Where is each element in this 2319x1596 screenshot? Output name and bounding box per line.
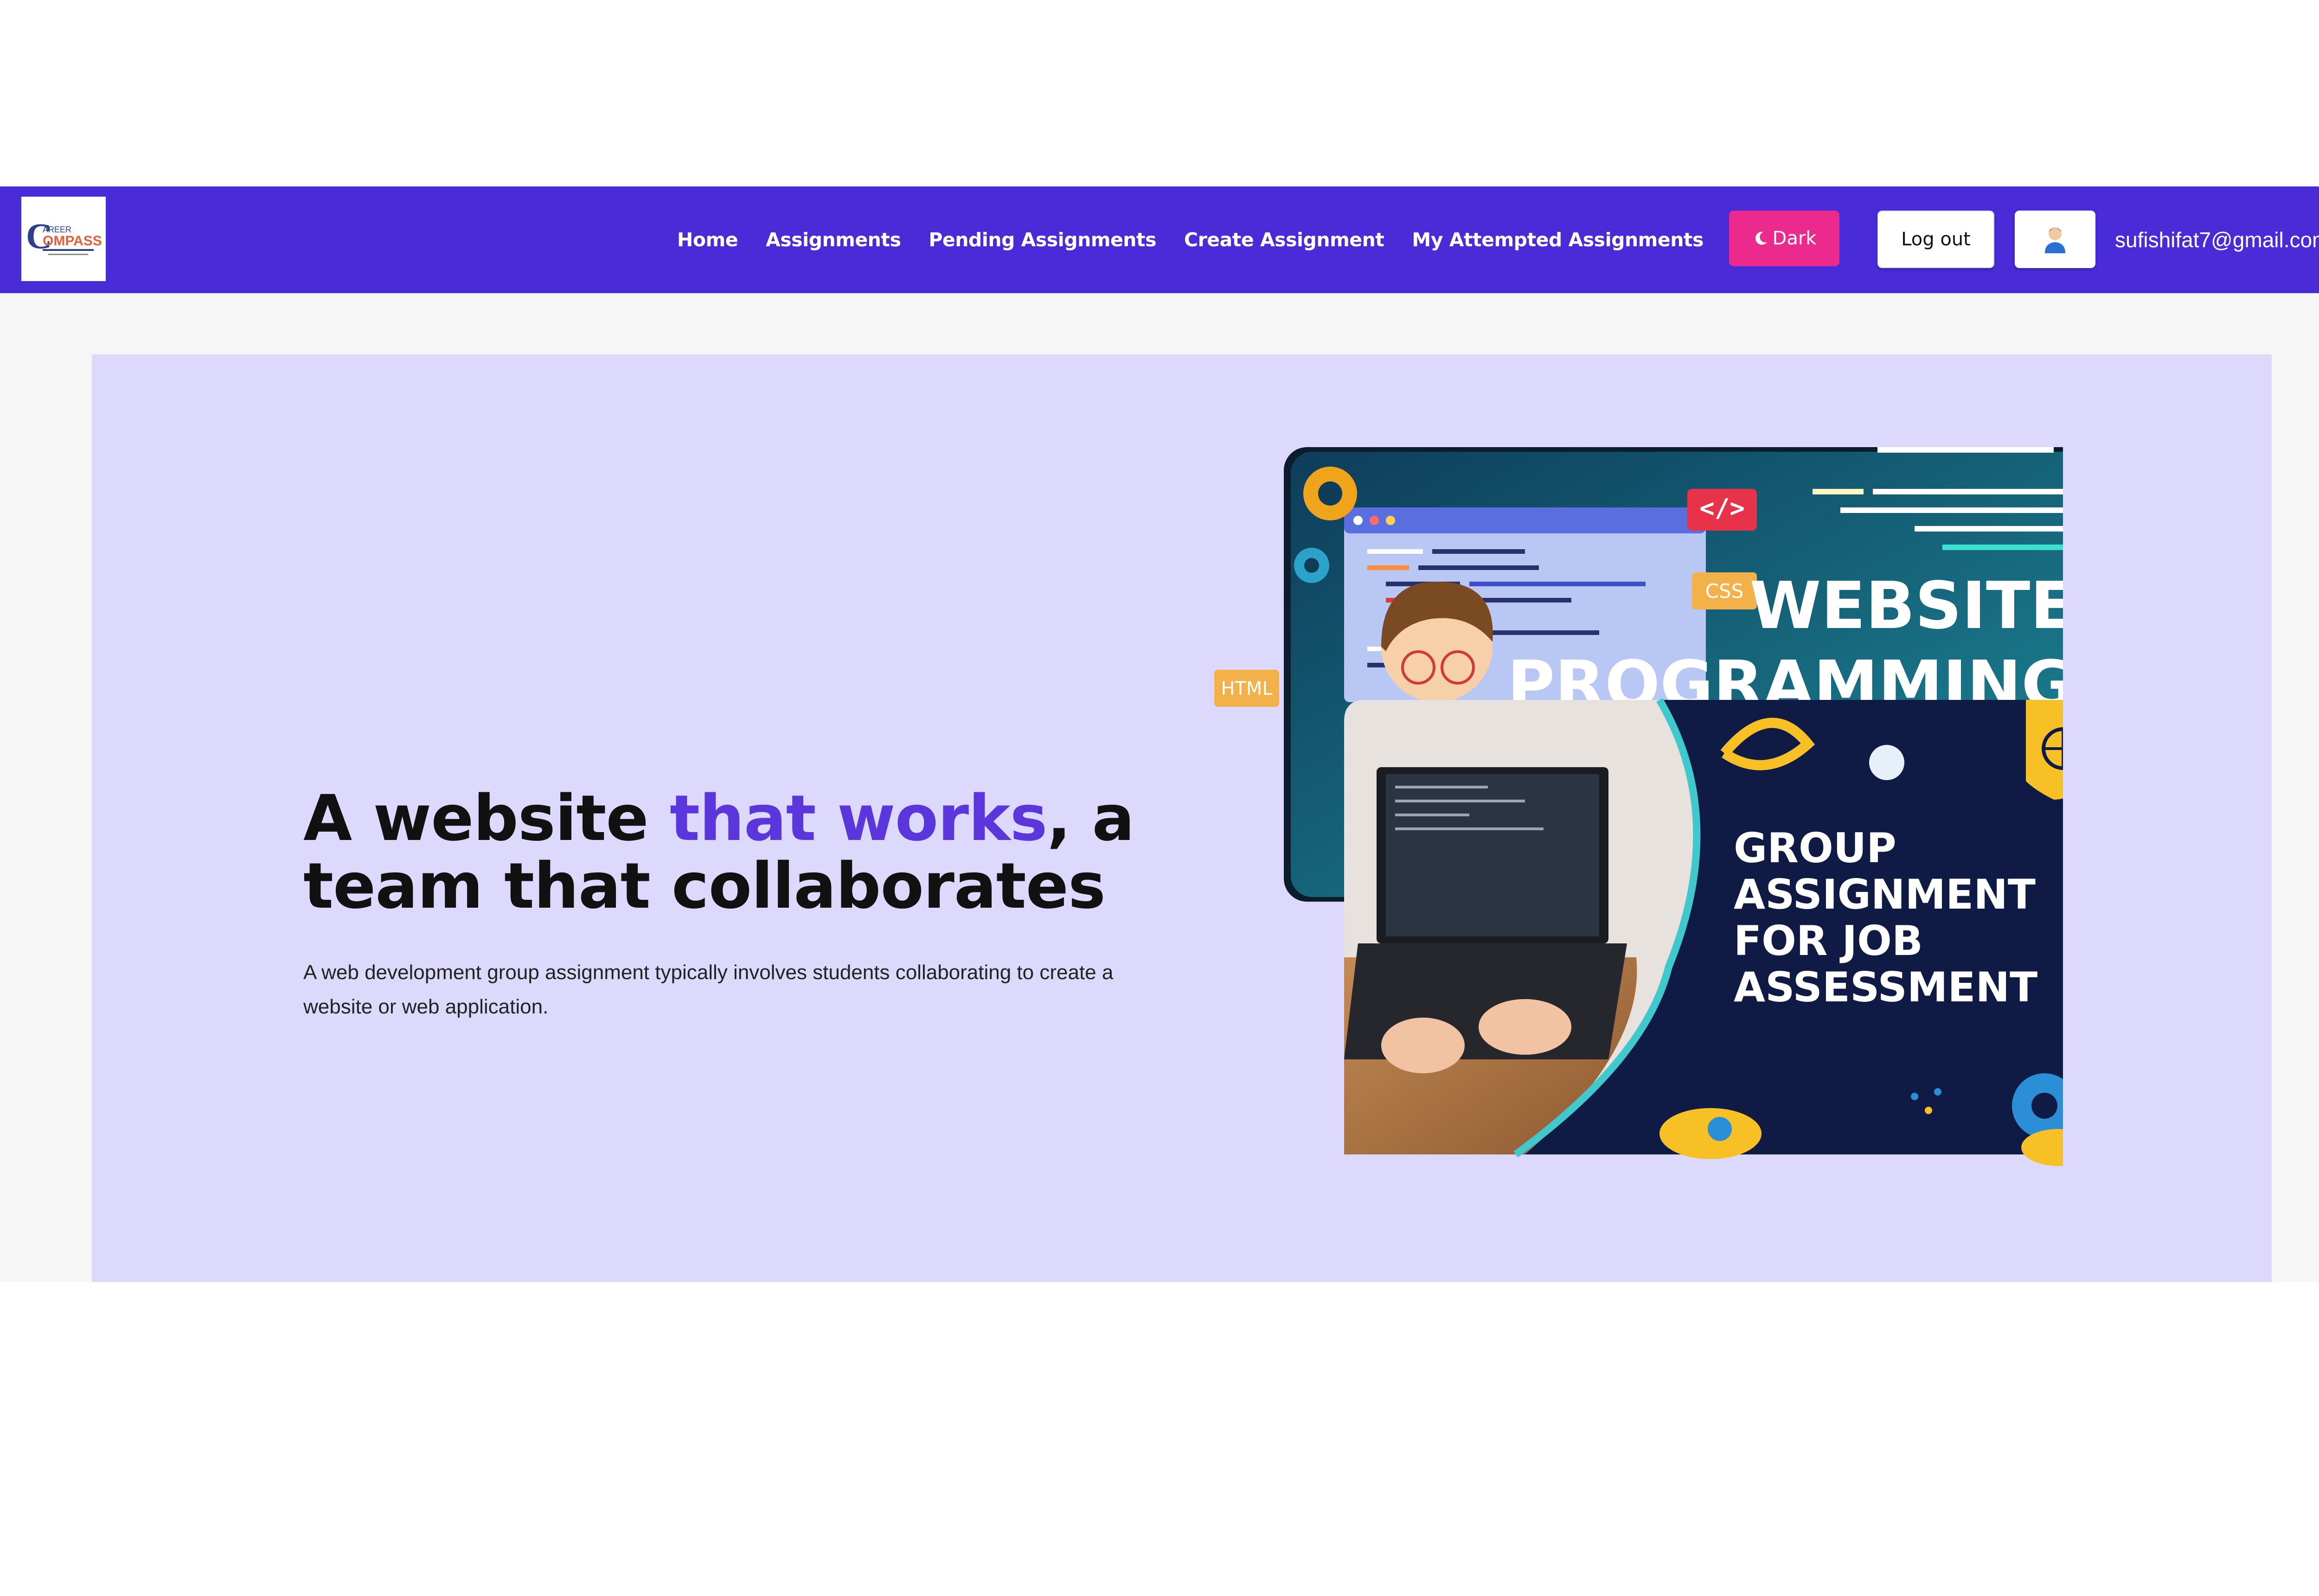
hero-banner: A website that works, a team that collab… <box>92 354 2272 1282</box>
user-email: sufishifat7@gmail.com <box>2115 228 2319 252</box>
dark-mode-button[interactable]: Dark <box>1729 211 1839 266</box>
logout-button[interactable]: Log out <box>1877 211 1994 268</box>
nav-create-assignment[interactable]: Create Assignment <box>1184 229 1384 251</box>
svg-text:AREER: AREER <box>43 225 71 234</box>
svg-text:</>: </> <box>1699 494 1745 523</box>
nav-links: Home Assignments Pending Assignments Cre… <box>677 186 1704 293</box>
dark-mode-label: Dark <box>1772 228 1817 249</box>
nav-home[interactable]: Home <box>677 229 738 251</box>
hero-title-accent: that works <box>670 782 1048 855</box>
nav-my-attempted-assignments[interactable]: My Attempted Assignments <box>1412 229 1704 251</box>
svg-text:CSS: CSS <box>1705 580 1744 603</box>
hero-description: A web development group assignment typic… <box>303 961 1114 1018</box>
hero-title: A website that works, a team that collab… <box>303 785 1231 920</box>
svg-text:HTML: HTML <box>1221 678 1273 699</box>
group-assignment-card: GROUP ASSIGNMENT FOR JOB ASSESSMENT <box>1344 698 2063 1166</box>
browser-viewport: C AREER OMPASS Home Assignments Pending … <box>0 186 2319 1282</box>
moon-icon <box>1755 231 1767 245</box>
navbar: C AREER OMPASS Home Assignments Pending … <box>0 186 2319 293</box>
svg-text:FOR JOB: FOR JOB <box>1734 917 1923 965</box>
hero-illustration: </> CSS HTML WEBSITE PROGRAMMING GROUP A… <box>1214 447 2063 1166</box>
logo[interactable]: C AREER OMPASS <box>21 197 106 281</box>
career-compass-logo-icon: C AREER OMPASS <box>26 216 102 256</box>
hero-title-part1: A website <box>303 782 670 855</box>
nav-pending-assignments[interactable]: Pending Assignments <box>929 229 1156 251</box>
svg-text:GROUP: GROUP <box>1734 824 1896 872</box>
nav-assignments[interactable]: Assignments <box>766 229 901 251</box>
svg-text:ASSESSMENT: ASSESSMENT <box>1734 963 2037 1011</box>
svg-text:WEBSITE: WEBSITE <box>1749 568 2063 644</box>
avatar-icon <box>2045 227 2065 253</box>
avatar-button[interactable] <box>2015 211 2095 268</box>
svg-text:OMPASS: OMPASS <box>43 233 102 249</box>
svg-text:ASSIGNMENT: ASSIGNMENT <box>1734 871 2036 918</box>
